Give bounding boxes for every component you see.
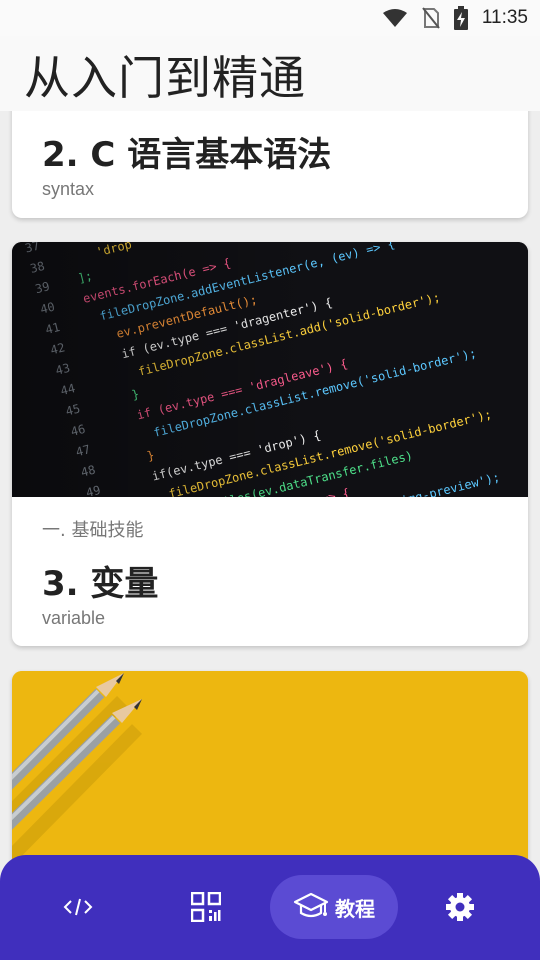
nav-code[interactable] [46,875,110,939]
nav-tutorial-label: 教程 [335,896,375,921]
nav-tutorial[interactable]: 教程 [270,875,398,939]
tutorial-card[interactable]: 37'dragover',38'drop'39];40events.forEac… [12,242,528,646]
status-bar: 11:35 [0,0,540,36]
nav-settings[interactable] [428,875,492,939]
app-bar: 从入门到精通 [0,36,540,111]
graduation-cap-icon [293,892,329,918]
wifi-icon [382,9,407,27]
battery-charging-icon [453,6,468,30]
tutorial-list[interactable]: 2. C 语言基本语法 syntax 37'dragover',38'drop'… [0,111,540,960]
tutorial-card[interactable]: 2. C 语言基本语法 syntax [12,111,528,218]
bottom-navigation: 教程 [0,855,540,960]
card-title: 2. C 语言基本语法 [42,135,332,175]
qr-code-icon [191,892,221,922]
card-category: 一. 基础技能 [42,520,144,541]
code-editor-photo: 37'dragover',38'drop'39];40events.forEac… [12,242,528,497]
no-sim-icon [422,7,440,29]
status-time: 11:35 [481,7,528,28]
code-editor-image: 37'dragover',38'drop'39];40events.forEac… [12,242,528,497]
nav-qr[interactable] [174,875,238,939]
page-title: 从入门到精通 [24,51,306,105]
card-subtitle: variable [42,608,106,628]
gear-icon [446,893,474,921]
card-title: 3. 变量 [42,564,159,604]
card-subtitle: syntax [42,179,95,199]
code-icon [63,898,93,916]
